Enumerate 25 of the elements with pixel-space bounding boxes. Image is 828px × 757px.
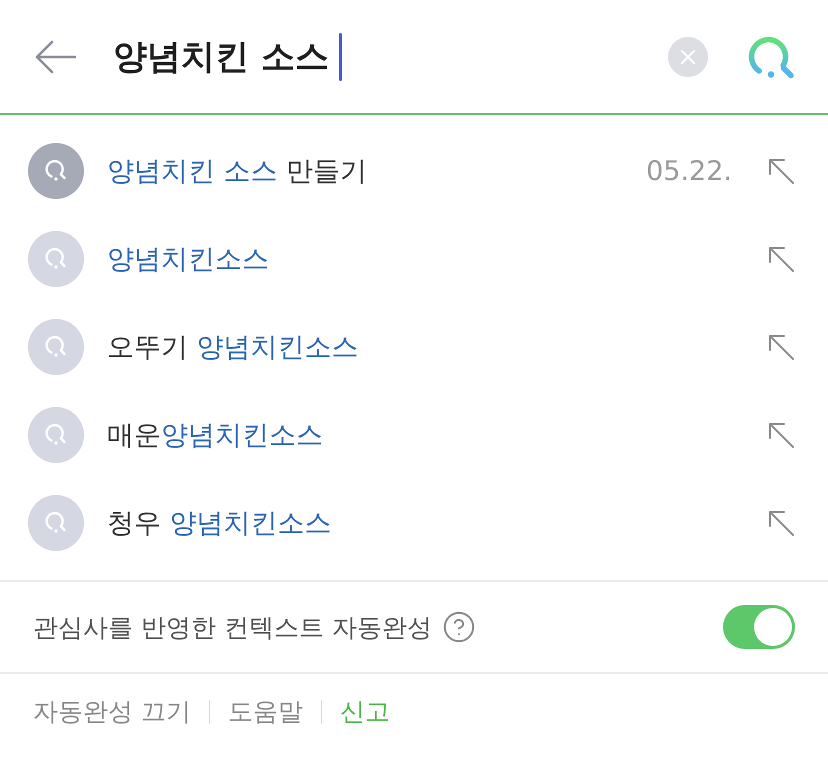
- toggle-switch[interactable]: [723, 605, 795, 649]
- arrow-up-left-icon[interactable]: [768, 246, 794, 272]
- suggestion-text[interactable]: 청우 양념치킨소스: [107, 505, 332, 541]
- arrow-up-left-icon[interactable]: [768, 510, 794, 536]
- suggestion-text[interactable]: 양념치킨소스: [107, 241, 269, 277]
- suggestion-text[interactable]: 오뚜기 양념치킨소스: [107, 329, 359, 365]
- search-field[interactable]: 양념치킨 소스: [113, 30, 668, 82]
- search-icon: [28, 143, 84, 199]
- setting-label: 관심사를 반영한 컨텍스트 자동완성: [33, 612, 432, 644]
- help-button[interactable]: [442, 610, 476, 644]
- suggestion-text[interactable]: 양념치킨 소스 만들기: [107, 153, 368, 189]
- search-icon: [28, 231, 84, 287]
- close-icon: [680, 48, 696, 64]
- arrow-left-icon: [34, 38, 76, 74]
- search-icon: [28, 319, 84, 375]
- arrow-up-left-icon[interactable]: [768, 334, 794, 360]
- back-button[interactable]: [34, 38, 76, 74]
- search-icon: [28, 407, 84, 463]
- help-icon: [442, 610, 476, 644]
- arrow-up-left-icon[interactable]: [768, 158, 794, 184]
- suggestion-text[interactable]: 매운양념치킨소스: [107, 417, 323, 453]
- text-cursor: [338, 32, 342, 80]
- date-text: 05.22.: [646, 156, 732, 186]
- search-icon: [28, 495, 84, 551]
- arrow-up-left-icon[interactable]: [768, 422, 794, 448]
